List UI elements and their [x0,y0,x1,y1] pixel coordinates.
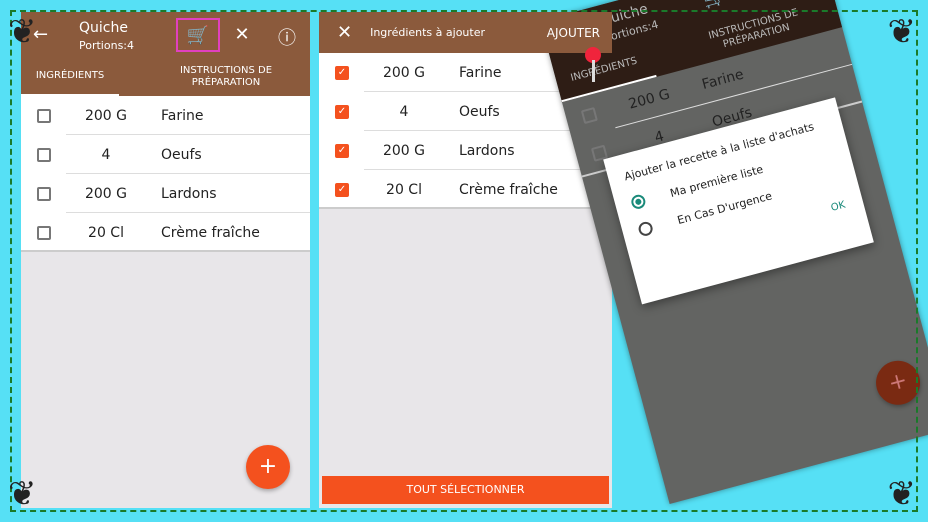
quantity: 4 [399,103,409,120]
add-fab-button: + [871,355,925,410]
ingredient-name: Oeufs [161,146,202,163]
checkbox[interactable] [37,225,51,240]
ingredient-name: Crème fraîche [459,181,558,198]
list-item[interactable]: 20 Cl Crème fraîche [21,213,310,252]
list-item[interactable]: ✓ 20 Cl Crème fraîche [319,170,612,209]
checkbox-checked[interactable]: ✓ [335,104,349,119]
portions: Portions:4 [79,39,134,52]
quantity: 4 [101,146,111,163]
corner-ornament-icon: ❦ [8,12,37,52]
quantity: 20 Cl [386,181,422,198]
add-button[interactable]: AJOUTER [547,26,600,40]
utensils-icon[interactable]: ✕ [228,24,256,45]
quantity: 200 G [84,107,128,124]
recipe-screen: ← Quiche Portions:4 🛒 ✕ ⓘ INGRÉDIENTS IN… [21,12,310,508]
checkbox[interactable] [37,186,51,201]
quantity: 20 Cl [88,224,124,241]
list-item[interactable]: 4 Oeufs [21,135,310,174]
checkbox-checked[interactable]: ✓ [335,65,349,80]
ingredient-list: 200 G Farine 4 Oeufs 200 G Lardons 20 Cl Crè… [21,96,310,252]
checkbox-checked[interactable]: ✓ [335,182,349,197]
ingredient-name: Oeufs [459,103,500,120]
corner-ornament-icon: ❦ [887,474,917,514]
quantity: 200 G [382,64,426,81]
cart-plus-icon[interactable]: 🛒 [698,0,730,12]
radio-unselected[interactable] [637,220,655,238]
ingredient-name: Lardons [161,185,217,202]
info-icon[interactable]: ⓘ [273,24,301,50]
list-item[interactable]: 200 G Farine [21,96,310,135]
corner-ornament-icon: ❦ [887,12,917,52]
app-bar: ← Quiche Portions:4 🛒 ✕ ⓘ INGRÉDIENTS IN… [21,12,310,96]
select-all-button[interactable]: TOUT SÉLECTIONNER [322,476,609,504]
ok-button[interactable]: OK [830,200,847,214]
checkbox-checked[interactable]: ✓ [335,143,349,158]
app-bar: ✕ Ingrédients à ajouter AJOUTER [319,12,612,53]
checkbox[interactable] [37,147,51,162]
quantity: 200 G [382,142,426,159]
ingredient-name: Crème fraîche [161,224,260,241]
close-icon[interactable]: ✕ [337,22,352,43]
ingredient-name: Farine [459,64,502,81]
tab-instructions[interactable]: INSTRUCTIONS DE PRÉPARATION [161,65,291,89]
quantity: 200 G [84,185,128,202]
screen-title: Ingrédients à ajouter [370,26,485,39]
radio-selected[interactable] [629,193,647,211]
ingredient-name: Farine [700,66,746,93]
list-item[interactable]: ✓ 200 G Lardons [319,131,612,170]
checkbox[interactable] [37,108,51,123]
tab-ingredients[interactable]: INGRÉDIENTS [21,70,119,96]
pushpin-stem [592,60,595,82]
recipe-title: Quiche [79,20,128,36]
ingredient-name: Lardons [459,142,515,159]
list-item[interactable]: 200 G Lardons [21,174,310,213]
corner-ornament-icon: ❦ [8,474,37,514]
add-fab-button[interactable]: + [246,445,290,489]
cart-plus-icon[interactable]: 🛒 [176,18,220,52]
ingredient-name: Farine [161,107,204,124]
